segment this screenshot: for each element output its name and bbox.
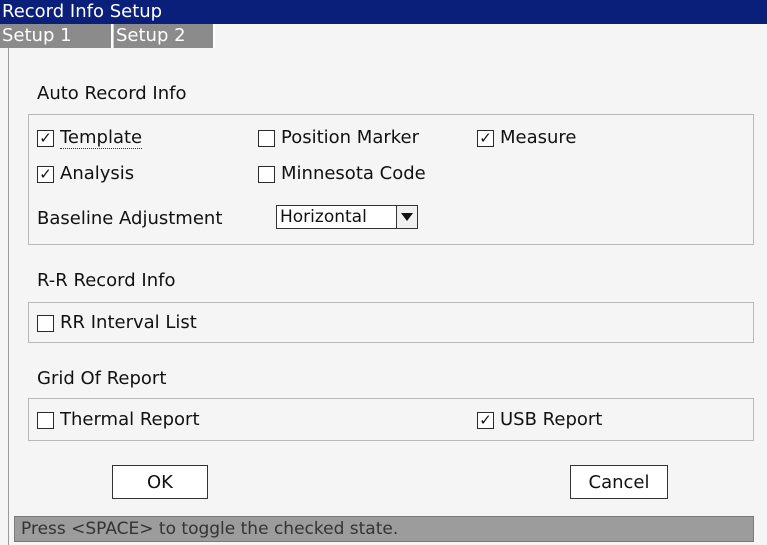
check-icon: ✓ [479, 128, 492, 147]
usb-report-checkbox[interactable]: ✓ USB Report [477, 408, 602, 432]
tab-bar: Setup 1 Setup 2 [0, 24, 767, 48]
ok-button[interactable]: OK [112, 465, 208, 499]
checkbox-box[interactable]: ✓ [477, 128, 494, 147]
rr-interval-list-checkbox[interactable]: RR Interval List [37, 311, 197, 335]
window-title: Record Info Setup [0, 0, 767, 24]
checkbox-box[interactable] [37, 411, 54, 429]
minnesota-code-label: Minnesota Code [281, 163, 426, 184]
auto-record-info-title: Auto Record Info [37, 83, 187, 104]
baseline-adjustment-value: Horizontal [280, 207, 367, 227]
checkbox-box[interactable]: ✓ [37, 128, 54, 147]
measure-label: Measure [500, 127, 577, 148]
baseline-adjustment-select[interactable]: Horizontal [276, 205, 418, 229]
status-bar-text: Press <SPACE> to toggle the checked stat… [14, 516, 754, 542]
check-icon: ✓ [39, 128, 52, 147]
usb-report-label: USB Report [500, 409, 603, 430]
analysis-label: Analysis [60, 163, 135, 184]
triangle-down-icon[interactable] [396, 206, 417, 228]
position-marker-label: Position Marker [281, 127, 420, 148]
check-icon: ✓ [39, 164, 52, 183]
position-marker-checkbox[interactable]: Position Marker [258, 126, 419, 150]
tab-setup-1[interactable]: Setup 1 [0, 24, 113, 48]
checkbox-box[interactable] [37, 314, 54, 332]
checkbox-box[interactable] [258, 165, 275, 183]
record-info-setup-window: Record Info Setup Setup 1 Setup 2 Auto R… [0, 0, 767, 545]
template-checkbox[interactable]: ✓ Template [37, 126, 143, 150]
minnesota-code-checkbox[interactable]: Minnesota Code [258, 162, 426, 186]
checkbox-box[interactable]: ✓ [477, 410, 494, 429]
tab-setup-2[interactable]: Setup 2 [113, 24, 215, 48]
template-label: Template [60, 126, 143, 149]
rr-record-info-title: R-R Record Info [37, 270, 176, 291]
thermal-report-label: Thermal Report [60, 409, 200, 430]
grid-of-report-title: Grid Of Report [37, 368, 167, 389]
analysis-checkbox[interactable]: ✓ Analysis [37, 162, 134, 186]
checkbox-box[interactable] [258, 129, 275, 147]
thermal-report-checkbox[interactable]: Thermal Report [37, 408, 200, 432]
rr-interval-list-label: RR Interval List [60, 312, 197, 333]
baseline-adjustment-label: Baseline Adjustment [37, 208, 223, 229]
check-icon: ✓ [479, 410, 492, 429]
checkbox-box[interactable]: ✓ [37, 164, 54, 183]
cancel-button[interactable]: Cancel [570, 465, 668, 499]
measure-checkbox[interactable]: ✓ Measure [477, 126, 577, 150]
